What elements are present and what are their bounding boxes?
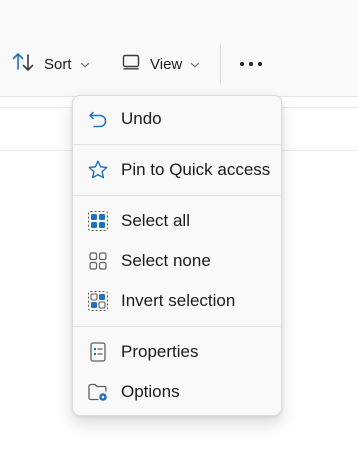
select-none-icon xyxy=(87,250,109,272)
view-icon xyxy=(122,53,140,75)
menu-item-label: Pin to Quick access xyxy=(121,160,271,179)
undo-icon xyxy=(87,108,109,130)
menu-divider xyxy=(73,195,283,196)
properties-icon xyxy=(87,341,109,363)
menu-item-label: Properties xyxy=(121,342,199,361)
menu-item-invert-selection[interactable]: Invert selection xyxy=(77,283,277,319)
menu-item-label: Options xyxy=(121,382,180,401)
menu-item-label: Undo xyxy=(121,109,162,128)
menu-item-options[interactable]: Options xyxy=(77,374,277,410)
toolbar-divider xyxy=(220,44,221,84)
menu-divider xyxy=(73,144,283,145)
view-button[interactable]: View xyxy=(122,44,200,84)
chevron-down-icon xyxy=(80,56,90,73)
menu-item-label: Select none xyxy=(121,251,211,270)
sort-label: Sort xyxy=(44,55,72,73)
menu-item-label: Select all xyxy=(121,211,190,230)
menu-item-undo[interactable]: Undo xyxy=(77,101,277,137)
see-more-menu: Undo Pin to Quick access Select all Sele… xyxy=(72,95,283,416)
view-label: View xyxy=(150,55,183,73)
options-icon xyxy=(87,381,109,403)
sort-button[interactable]: Sort xyxy=(12,44,90,84)
menu-item-pin-to-quick-access[interactable]: Pin to Quick access xyxy=(77,152,277,188)
menu-divider xyxy=(73,326,283,327)
select-all-icon xyxy=(87,210,109,232)
menu-item-select-none[interactable]: Select none xyxy=(77,243,277,279)
menu-item-label: Invert selection xyxy=(121,291,236,310)
menu-item-properties[interactable]: Properties xyxy=(77,334,277,370)
invert-selection-icon xyxy=(87,290,109,312)
command-bar: Sort View xyxy=(0,0,358,97)
more-icon xyxy=(238,56,264,73)
chevron-down-icon xyxy=(190,56,200,73)
sort-icon xyxy=(12,52,34,76)
menu-item-select-all[interactable]: Select all xyxy=(77,203,277,239)
see-more-button[interactable] xyxy=(238,44,264,84)
star-icon xyxy=(87,159,109,181)
